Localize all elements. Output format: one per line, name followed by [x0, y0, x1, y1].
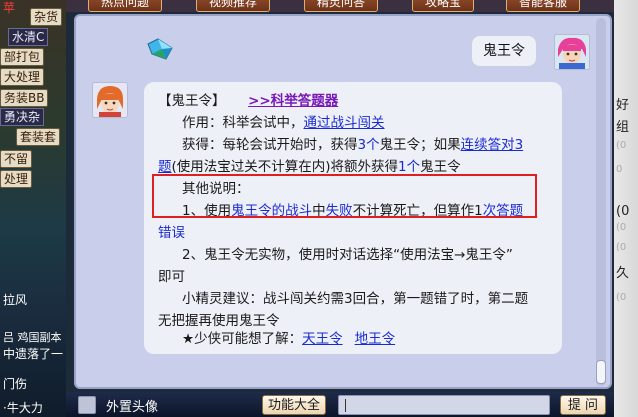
game-text: (0	[616, 140, 627, 151]
obtain-count: 3个	[357, 137, 380, 153]
game-text: 中遗落了一	[3, 347, 64, 361]
heaven-token-link[interactable]: 天王令	[302, 331, 343, 347]
tab-service[interactable]: 智能客服	[506, 0, 581, 12]
game-text: 苹	[3, 1, 16, 15]
game-text: (0	[616, 242, 627, 253]
tab-qa[interactable]: 精灵问答	[304, 0, 379, 12]
game-text: 组	[616, 120, 630, 135]
game-button[interactable]: 务装BB	[0, 89, 49, 107]
game-text: (0	[616, 222, 627, 233]
reply-heading: 【鬼王令】	[158, 93, 226, 109]
tip-text: 无把握再使用鬼王令	[158, 313, 280, 329]
external-avatar-checkbox[interactable]	[78, 396, 96, 414]
tip-text: 小精灵建议：战斗闯关约需3回合，第一题错了时，第二题	[182, 291, 529, 307]
user-message-bubble: 鬼王令	[472, 36, 536, 66]
consecutive-correct-link-cont[interactable]: 题	[158, 159, 172, 175]
question-input[interactable]	[338, 395, 550, 415]
game-text: ·牛大力	[3, 401, 43, 415]
game-text: (0	[616, 204, 630, 219]
effect-label: 作用：科举会试中，	[182, 115, 304, 131]
ask-button[interactable]: 提 问	[560, 395, 606, 415]
game-button[interactable]: 部打包	[0, 48, 45, 66]
more-label: ★少侠可能想了解：	[182, 331, 303, 347]
top-tab-bar: 热点问题 视频推荐 精灵问答 攻略宝 智能客服	[66, 0, 614, 12]
note-text: 即可	[158, 269, 185, 285]
bot-avatar	[92, 82, 128, 118]
game-button[interactable]: 套装套	[16, 128, 61, 146]
chat-panel: 鬼王令 【鬼王令】 >>科举答题器 作用：科举会试中，通过战斗闯关 获得：每轮会…	[74, 14, 612, 389]
game-background-left: 苹 杂货 水清C 部打包 大处理 务装BB 勇决杂 套装套 不留 处理 拉风 吕…	[0, 0, 66, 417]
obtain-text: 鬼王令	[420, 159, 461, 175]
game-text: (0	[616, 292, 627, 303]
game-text: 久	[616, 266, 630, 281]
game-button[interactable]: 大处理	[0, 68, 45, 86]
obtain-text: 鬼王令；如果	[379, 137, 461, 153]
game-text: 拉风	[3, 293, 28, 307]
game-text: 好	[616, 98, 630, 113]
scrollbar-thumb[interactable]	[596, 360, 606, 384]
game-text: 吕 鸡国副本	[3, 331, 62, 344]
game-background-right: 好 组 (0 0 (0 (0 (0 久 (0	[614, 0, 638, 417]
external-avatar-label: 外置头像	[106, 400, 159, 415]
obtain-text: (使用法宝过关不计算在内)将额外获得	[171, 159, 399, 175]
gem-icon	[147, 38, 173, 60]
tab-video[interactable]: 视频推荐	[196, 0, 271, 12]
function-list-button[interactable]: 功能大全	[262, 395, 326, 415]
game-button[interactable]: 不留	[0, 150, 33, 168]
game-button[interactable]: 处理	[0, 170, 33, 188]
chat-scrollbar[interactable]	[596, 18, 606, 386]
bonus-count: 1个	[398, 159, 421, 175]
battle-stage-link[interactable]: 通过战斗闯关	[304, 115, 385, 131]
user-avatar	[554, 34, 590, 70]
game-text: 0	[616, 164, 623, 175]
highlight-box	[152, 174, 537, 218]
bot-reply-bubble: 【鬼王令】 >>科举答题器 作用：科举会试中，通过战斗闯关 获得：每轮会试开始时…	[144, 82, 562, 354]
wrong-answer-term-cont: 错误	[158, 225, 185, 241]
consecutive-correct-link[interactable]: 连续答对3	[461, 137, 524, 153]
exam-answer-link[interactable]: >>科举答题器	[248, 93, 338, 109]
tab-hot-questions[interactable]: 热点问题	[88, 0, 163, 12]
obtain-text: 获得：每轮会试开始时，获得	[182, 137, 358, 153]
game-text: 门伤	[3, 377, 28, 391]
game-button[interactable]: 勇决杂	[0, 108, 45, 126]
game-button[interactable]: 杂货	[30, 8, 63, 26]
text-caret	[345, 399, 346, 412]
earth-token-link[interactable]: 地王令	[355, 331, 396, 347]
note-text: 2、鬼王令无实物，使用时对话选择“使用法宝→鬼王令”	[182, 247, 513, 263]
tab-guide[interactable]: 攻略宝	[412, 0, 475, 12]
bottom-input-bar: 外置头像 功能大全 提 问	[66, 392, 614, 417]
game-button[interactable]: 水清C	[8, 28, 49, 46]
